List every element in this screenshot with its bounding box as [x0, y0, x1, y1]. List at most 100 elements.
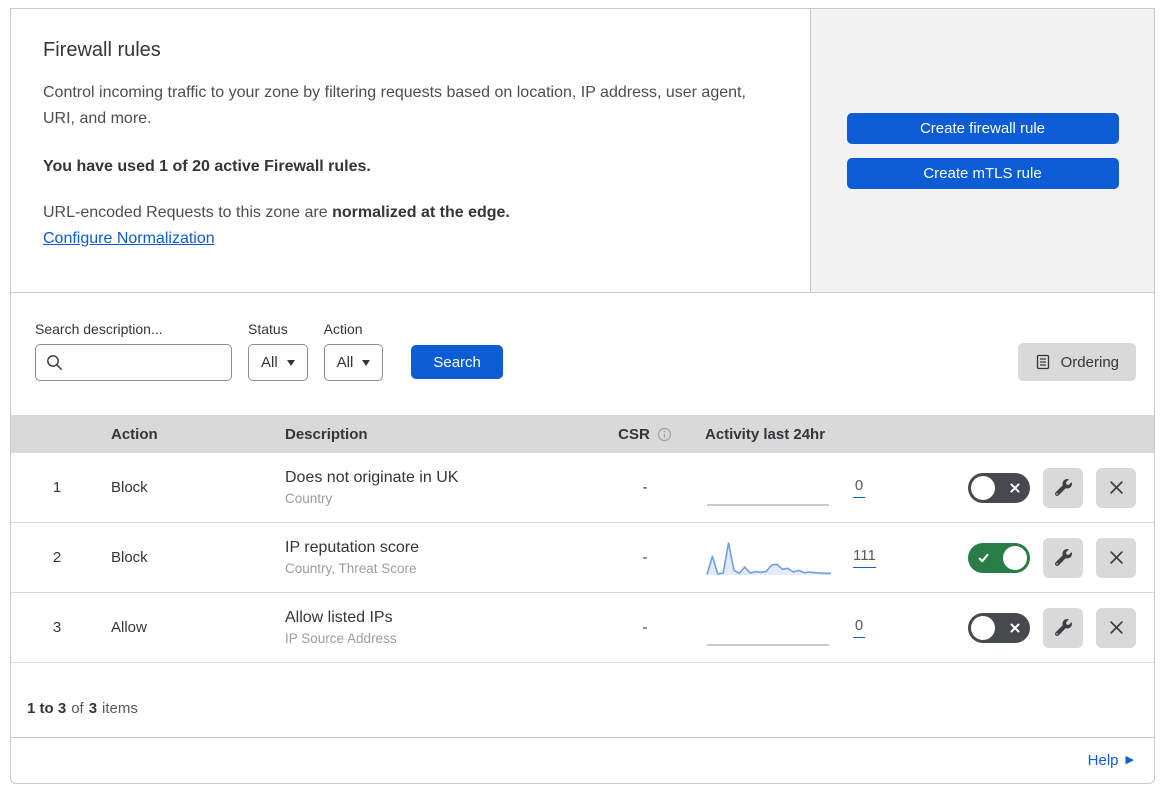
rule-csr-value: -	[642, 549, 648, 566]
table-row: 3 Allow Allow listed IPs IP Source Addre…	[11, 593, 1154, 663]
delete-rule-button[interactable]	[1096, 537, 1136, 578]
check-icon	[978, 553, 989, 563]
search-button[interactable]: Search	[411, 345, 503, 379]
ordering-button[interactable]: Ordering	[1017, 343, 1136, 381]
create-mtls-rule-button[interactable]: Create mTLS rule	[846, 158, 1119, 189]
activity-sparkline	[707, 503, 829, 506]
action-dropdown[interactable]: All	[323, 344, 384, 381]
status-filter-group: Status All	[248, 321, 308, 381]
wrench-icon	[1054, 619, 1072, 637]
help-link[interactable]: Help	[1088, 752, 1119, 769]
activity-column-header: Activity last 24hr	[705, 425, 826, 443]
search-box	[35, 344, 232, 381]
status-label: Status	[248, 321, 288, 337]
action-dropdown-value: All	[336, 354, 354, 371]
rule-enabled-toggle[interactable]	[968, 542, 1030, 573]
rule-fields: Country, Threat Score	[285, 561, 417, 576]
delete-rule-button[interactable]	[1096, 467, 1136, 508]
search-group: Search description...	[35, 321, 232, 381]
firewall-rules-page: Firewall rules Control incoming traffic …	[10, 8, 1155, 784]
activity-sparkline	[706, 541, 831, 575]
pagination-of: of	[71, 700, 84, 717]
rule-controls	[920, 537, 1154, 578]
edit-rule-button[interactable]	[1043, 537, 1083, 578]
normalization-note-prefix: URL-encoded Requests to this zone are	[43, 204, 328, 221]
arrow-right-icon: ▶	[1125, 754, 1134, 766]
toggle-knob	[1003, 545, 1027, 570]
pagination-total: 3	[88, 700, 98, 717]
create-firewall-rule-button[interactable]: Create firewall rule	[846, 113, 1119, 144]
rule-activity-cell: 0	[690, 468, 920, 508]
action-filter-group: Action All	[323, 321, 384, 381]
activity-count-link[interactable]: 111	[853, 547, 876, 568]
rule-description-cell: Allow listed IPs IP Source Address	[275, 609, 600, 646]
x-icon	[1010, 623, 1020, 633]
rule-enabled-toggle[interactable]	[968, 612, 1030, 643]
edit-rule-button[interactable]	[1043, 467, 1083, 508]
page-description: Control incoming traffic to your zone by…	[43, 84, 746, 127]
info-icon[interactable]	[657, 427, 672, 442]
rule-description-cell: IP reputation score Country, Threat Scor…	[275, 539, 600, 576]
page-title: Firewall rules	[43, 39, 161, 61]
filter-bar: Search description... Status All Action	[11, 293, 1154, 405]
rule-controls	[920, 607, 1154, 648]
rule-activity-cell: 111	[690, 538, 920, 578]
rule-description: Allow listed IPs	[285, 609, 393, 626]
firewall-header-card: Firewall rules Control incoming traffic …	[11, 9, 811, 292]
csr-column-header: CSR	[618, 426, 672, 443]
status-dropdown[interactable]: All	[248, 344, 308, 381]
action-column-header: Action	[111, 425, 158, 443]
csr-column-label: CSR	[618, 425, 650, 443]
rule-priority: 3	[52, 619, 62, 636]
edit-rule-button[interactable]	[1043, 607, 1083, 648]
chevron-down-icon	[286, 359, 295, 366]
close-icon	[1109, 480, 1124, 495]
rule-controls	[920, 467, 1154, 508]
table-header-row: Action Description CSR Activity last 24h…	[11, 415, 1154, 453]
search-icon	[46, 354, 63, 371]
wrench-icon	[1054, 479, 1072, 497]
usage-summary: You have used 1 of 20 active Firewall ru…	[43, 158, 371, 175]
pagination-items: items	[102, 700, 138, 717]
rule-action: Allow	[111, 619, 147, 636]
rule-priority: 1	[52, 479, 62, 496]
x-icon	[1010, 483, 1020, 493]
rule-action: Block	[111, 479, 148, 496]
rule-fields: IP Source Address	[285, 631, 397, 646]
activity-count-link[interactable]: 0	[853, 617, 865, 638]
rule-priority: 2	[52, 549, 62, 566]
activity-count-link[interactable]: 0	[853, 477, 865, 498]
rule-csr-value: -	[642, 619, 648, 636]
table-row: 2 Block IP reputation score Country, Thr…	[11, 523, 1154, 593]
rule-csr-value: -	[642, 479, 648, 496]
activity-sparkline	[707, 643, 829, 646]
rule-action: Block	[111, 549, 148, 566]
search-input[interactable]	[71, 353, 221, 372]
rule-activity-cell: 0	[690, 608, 920, 648]
pagination-range: 1 to 3	[27, 700, 67, 717]
status-dropdown-value: All	[261, 354, 278, 371]
toggle-knob	[971, 615, 995, 640]
normalization-note: URL-encoded Requests to this zone are no…	[43, 204, 770, 222]
pagination-summary: 1 to 3 of 3 items	[11, 663, 1154, 737]
delete-rule-button[interactable]	[1096, 607, 1136, 648]
normalization-note-bold: normalized at the edge.	[332, 204, 510, 221]
close-icon	[1109, 550, 1124, 565]
search-label: Search description...	[35, 321, 163, 337]
rules-table-body: 1 Block Does not originate in UK Country…	[11, 453, 1154, 663]
rule-description-cell: Does not originate in UK Country	[275, 469, 600, 506]
chevron-down-icon	[362, 359, 371, 366]
description-column-header: Description	[285, 425, 368, 443]
configure-normalization-link[interactable]: Configure Normalization	[43, 230, 215, 248]
rule-description: Does not originate in UK	[285, 469, 459, 486]
wrench-icon	[1054, 549, 1072, 567]
actions-panel: Create firewall rule Create mTLS rule	[811, 9, 1154, 292]
rule-description: IP reputation score	[285, 539, 420, 556]
table-row: 1 Block Does not originate in UK Country…	[11, 453, 1154, 523]
ordering-button-label: Ordering	[1060, 353, 1119, 371]
ordering-list-icon	[1035, 354, 1051, 370]
rule-enabled-toggle[interactable]	[968, 472, 1030, 503]
firewall-header-section: Firewall rules Control incoming traffic …	[10, 8, 1155, 293]
help-bar: Help ▶	[11, 737, 1154, 783]
firewall-rules-panel: Search description... Status All Action	[10, 293, 1155, 784]
